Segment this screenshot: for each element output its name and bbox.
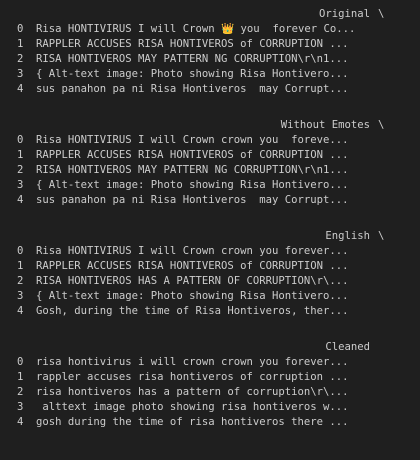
column-header-row: Cleaned [0, 340, 420, 355]
table-row: 2 RISA HONTIVEROS HAS A PATTERN OF CORRU… [0, 274, 420, 289]
column-header: Cleaned [325, 341, 370, 353]
table-row: 1 RAPPLER ACCUSES RISA HONTIVEROS of COR… [0, 37, 420, 52]
row-value: Risa HONTIVIRUS I will Crown crown you f… [36, 245, 349, 257]
row-value: { Alt-text image: Photo showing Risa Hon… [36, 290, 349, 302]
row-index: 3 [17, 401, 24, 413]
row-index: 2 [17, 386, 24, 398]
table-row: 3 { Alt-text image: Photo showing Risa H… [0, 67, 420, 82]
dataframe-block-cleaned: Cleaned 0 risa hontivirus i will crown c… [0, 340, 420, 430]
row-value: RAPPLER ACCUSES RISA HONTIVEROS of CORRU… [36, 149, 349, 161]
row-value: Risa HONTIVIRUS I will Crown 👑 you forev… [36, 23, 356, 35]
row-value: rappler accuses risa hontiveros of corru… [36, 371, 349, 383]
row-index: 0 [17, 245, 24, 257]
row-value: Risa HONTIVIRUS I will Crown crown you f… [36, 134, 349, 146]
row-index: 2 [17, 275, 24, 287]
row-index: 3 [17, 68, 24, 80]
row-index: 2 [17, 164, 24, 176]
row-index: 2 [17, 53, 24, 65]
column-header-row: Without Emotes \ [0, 118, 420, 133]
dataframe-block-original: Original \ 0 Risa HONTIVIRUS I will Crown… [0, 7, 420, 97]
row-value: alttext image photo showing risa hontive… [36, 401, 349, 413]
dataframe-block-without-emotes: Without Emotes \ 0 Risa HONTIVIRUS I will… [0, 118, 420, 208]
column-header: English \ [325, 230, 385, 242]
row-value: { Alt-text image: Photo showing Risa Hon… [36, 179, 349, 191]
column-header: Without Emotes \ [280, 119, 385, 131]
row-value: RISA HONTIVEROS MAY PATTERN NG CORRUPTIO… [36, 164, 349, 176]
row-index: 4 [17, 194, 24, 206]
row-index: 3 [17, 179, 24, 191]
row-index: 0 [17, 134, 24, 146]
line-continuation: \ [378, 119, 385, 131]
row-value: risa hontivirus i will crown crown you f… [36, 356, 349, 368]
table-row: 1 rappler accuses risa hontiveros of cor… [0, 370, 420, 385]
table-row: 4 gosh during the time of risa hontivero… [0, 415, 420, 430]
notebook-output-cell: Original \ 0 Risa HONTIVIRUS I will Crown… [0, 0, 420, 460]
row-index: 4 [17, 83, 24, 95]
row-value: Gosh, during the time of Risa Hontiveros… [36, 305, 349, 317]
table-row: 4 sus panahon pa ni Risa Hontiveros may … [0, 82, 420, 97]
row-value: risa hontiveros has a pattern of corrupt… [36, 386, 349, 398]
table-row: 0 Risa HONTIVIRUS I will Crown crown you… [0, 133, 420, 148]
row-index: 3 [17, 290, 24, 302]
table-row: 1 RAPPLER ACCUSES RISA HONTIVEROS of COR… [0, 148, 420, 163]
row-value: RISA HONTIVEROS MAY PATTERN NG CORRUPTIO… [36, 53, 349, 65]
column-header: Original \ [318, 8, 385, 20]
line-continuation: \ [378, 230, 385, 242]
row-value: RAPPLER ACCUSES RISA HONTIVEROS of CORRU… [36, 38, 349, 50]
table-row: 4 Gosh, during the time of Risa Hontiver… [0, 304, 420, 319]
row-index: 4 [17, 416, 24, 428]
table-row: 0 Risa HONTIVIRUS I will Crown crown you… [0, 244, 420, 259]
table-row: 2 RISA HONTIVEROS MAY PATTERN NG CORRUPT… [0, 163, 420, 178]
row-index: 4 [17, 305, 24, 317]
row-value: RAPPLER ACCUSES RISA HONTIVEROS of CORRU… [36, 260, 349, 272]
table-row: 3 alttext image photo showing risa honti… [0, 400, 420, 415]
table-row: 1 RAPPLER ACCUSES RISA HONTIVEROS of COR… [0, 259, 420, 274]
row-value: sus panahon pa ni Risa Hontiveros may Co… [36, 83, 349, 95]
table-row: 2 RISA HONTIVEROS MAY PATTERN NG CORRUPT… [0, 52, 420, 67]
table-row: 3 { Alt-text image: Photo showing Risa H… [0, 178, 420, 193]
line-continuation: \ [378, 8, 385, 20]
row-value: RISA HONTIVEROS HAS A PATTERN OF CORRUPT… [36, 275, 349, 287]
table-row: 0 risa hontivirus i will crown crown you… [0, 355, 420, 370]
row-value: gosh during the time of risa hontiveros … [36, 416, 349, 428]
dataframe-block-english: English \ 0 Risa HONTIVIRUS I will Crown … [0, 229, 420, 319]
row-index: 1 [17, 260, 24, 272]
row-index: 0 [17, 23, 24, 35]
row-index: 1 [17, 371, 24, 383]
row-index: 1 [17, 149, 24, 161]
row-value: { Alt-text image: Photo showing Risa Hon… [36, 68, 349, 80]
table-row: 4 sus panahon pa ni Risa Hontiveros may … [0, 193, 420, 208]
row-value: sus panahon pa ni Risa Hontiveros may Co… [36, 194, 349, 206]
row-index: 1 [17, 38, 24, 50]
row-index: 0 [17, 356, 24, 368]
table-row: 3 { Alt-text image: Photo showing Risa H… [0, 289, 420, 304]
column-header-row: Original \ [0, 7, 420, 22]
crown-emoji-icon: 👑 [220, 23, 235, 35]
column-header-row: English \ [0, 229, 420, 244]
table-row: 0 Risa HONTIVIRUS I will Crown 👑 you for… [0, 22, 420, 37]
table-row: 2 risa hontiveros has a pattern of corru… [0, 385, 420, 400]
